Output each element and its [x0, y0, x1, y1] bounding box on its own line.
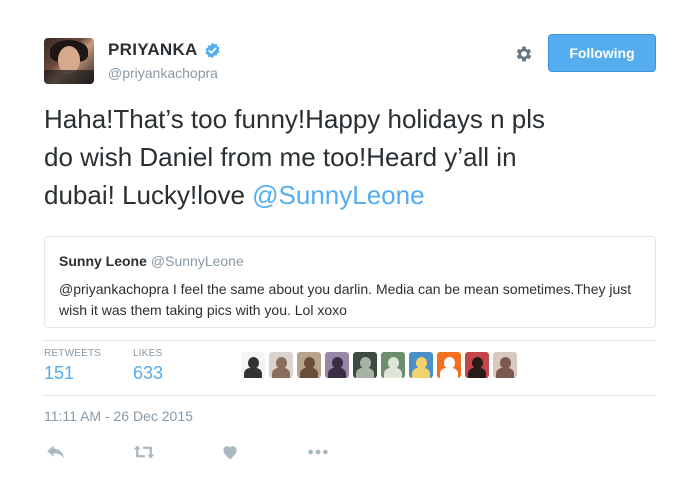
retweet-icon[interactable]: [133, 444, 155, 465]
tweet-card: PRIYANKA @priyankachopra Following Haha!…: [0, 0, 700, 480]
person-avatar[interactable]: [325, 352, 349, 378]
verified-badge-icon: [204, 42, 221, 59]
like-heart-icon[interactable]: [221, 444, 239, 465]
liker-body: [440, 368, 458, 378]
retweets-label: RETWEETS: [44, 348, 102, 359]
person-avatar[interactable]: [493, 352, 517, 378]
person-avatar[interactable]: [297, 352, 321, 378]
quoted-author-name: Sunny Leone: [59, 253, 147, 269]
person-avatar[interactable]: [381, 352, 405, 378]
author-name-row: PRIYANKA: [108, 40, 221, 60]
quoted-tweet[interactable]: Sunny Leone @SunnyLeone @priyankachopra I…: [44, 236, 656, 328]
tweet-timestamp[interactable]: 11:11 AM - 26 Dec 2015: [44, 408, 193, 424]
quoted-author-handle: @SunnyLeone: [150, 253, 244, 269]
person-avatar[interactable]: [353, 352, 377, 378]
liker-body: [328, 368, 346, 378]
author-avatar[interactable]: [44, 38, 94, 84]
quoted-tweet-text: @priyankachopra I feel the same about yo…: [59, 281, 632, 318]
logo-avatar[interactable]: [241, 352, 265, 378]
reply-icon[interactable]: [46, 444, 66, 465]
likes-count: 633: [133, 363, 164, 383]
more-options-icon[interactable]: [307, 444, 329, 465]
liker-body: [300, 368, 318, 378]
liker-body: [412, 368, 430, 378]
liker-body: [272, 368, 290, 378]
liker-body: [496, 368, 514, 378]
following-button[interactable]: Following: [548, 34, 656, 72]
author-display-name[interactable]: PRIYANKA: [108, 40, 198, 60]
author-handle[interactable]: @priyankachopra: [108, 65, 218, 81]
person-avatar[interactable]: [269, 352, 293, 378]
likes-label: LIKES: [133, 348, 163, 359]
avatar-shade: [44, 70, 94, 84]
retweets-stat[interactable]: RETWEETS 151: [44, 348, 101, 384]
liker-body: [468, 368, 486, 378]
tweet-mention-link[interactable]: @SunnyLeone: [252, 180, 424, 210]
person-avatar[interactable]: [465, 352, 489, 378]
tweet-text: Haha!That’s too funny!Happy holidays n p…: [44, 100, 664, 214]
quoted-tweet-header: Sunny Leone @SunnyLeone: [59, 253, 244, 269]
likes-stat[interactable]: LIKES 633: [133, 348, 163, 384]
likers-avatar-row: [241, 352, 517, 378]
retweets-count: 151: [44, 363, 75, 383]
liker-body: [244, 368, 262, 378]
liker-body: [356, 368, 374, 378]
gear-icon[interactable]: [514, 44, 534, 64]
orange-logo-avatar[interactable]: [437, 352, 461, 378]
divider-bottom: [44, 395, 656, 396]
divider-top: [44, 340, 656, 341]
comic-avatar[interactable]: [409, 352, 433, 378]
liker-body: [384, 368, 402, 378]
